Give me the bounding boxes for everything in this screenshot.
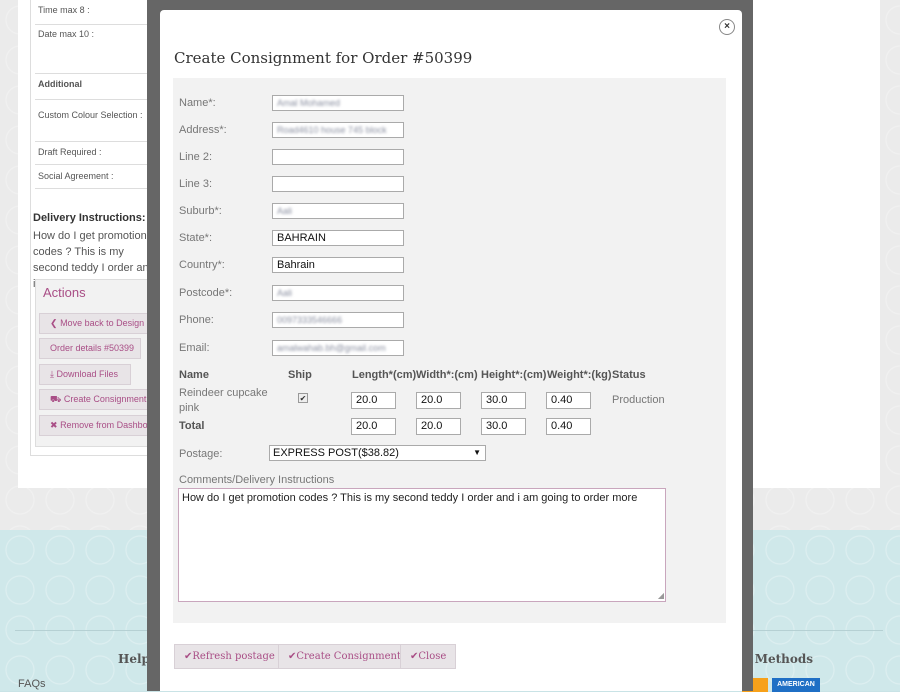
- suburb-field[interactable]: Aali: [272, 203, 404, 219]
- name-label: Name*:: [179, 97, 216, 109]
- divider: [35, 188, 160, 189]
- comments-text: How do I get promotion codes ? This is m…: [182, 492, 638, 504]
- download-files-button[interactable]: ⤓ Download Files: [39, 364, 131, 385]
- comments-label: Comments/Delivery Instructions: [179, 474, 335, 486]
- item-width-input[interactable]: 20.0: [416, 392, 461, 409]
- col-header-length: Length*(cm): [352, 369, 417, 381]
- refresh-postage-button[interactable]: ✔Refresh postage: [174, 644, 285, 669]
- phone-field[interactable]: 0097333546666: [272, 312, 404, 328]
- col-header-status: Status: [612, 369, 646, 381]
- col-header-height: Height*:(cm): [481, 369, 547, 381]
- field-value: Road4610 house 745 block: [277, 125, 387, 135]
- col-header-ship: Ship: [288, 369, 312, 381]
- x-icon: ✖: [50, 420, 58, 430]
- total-length-input[interactable]: 20.0: [351, 418, 396, 435]
- suburb-label: Suburb*:: [179, 205, 222, 217]
- total-weight-input[interactable]: 0.40: [546, 418, 591, 435]
- footer-heading-payment-methods: t Methods: [745, 652, 814, 666]
- total-width-input[interactable]: 20.0: [416, 418, 461, 435]
- move-back-to-design-button[interactable]: ❮ Move back to Design: [39, 313, 149, 334]
- item-status: Production: [612, 394, 665, 406]
- divider: [35, 99, 160, 100]
- address-field[interactable]: Road4610 house 745 block: [272, 122, 404, 138]
- actions-heading: Actions: [43, 285, 86, 300]
- ship-checkbox[interactable]: ✔: [298, 393, 308, 403]
- field-value: Amal Mohamed: [277, 98, 341, 108]
- section-heading: Additional: [38, 79, 82, 89]
- footer-link-faqs[interactable]: FAQs: [18, 678, 46, 690]
- item-name: Reindeer cupcake pink: [179, 387, 268, 414]
- action-label: Order details #50399: [50, 343, 135, 353]
- divider: [35, 164, 160, 165]
- item-weight-input[interactable]: 0.40: [546, 392, 591, 409]
- address-label: Address*:: [179, 124, 227, 136]
- download-icon: ⤓: [50, 369, 54, 379]
- amex-icon: AMERICAN: [772, 678, 820, 692]
- email-field[interactable]: amalwahab.bh@gmail.com: [272, 340, 404, 356]
- postage-select[interactable]: EXPRESS POST($38.82) ▼: [269, 445, 486, 461]
- action-label: Create Consignment: [63, 394, 147, 404]
- postcode-label: Postcode*:: [179, 287, 233, 299]
- order-field-label: Time max 8 :: [38, 5, 90, 15]
- field-value: Aali: [277, 288, 293, 298]
- line3-field[interactable]: [272, 176, 404, 192]
- action-label: Remove from Dashboard: [60, 420, 148, 430]
- order-field-label: Draft Required :: [38, 147, 102, 157]
- name-field[interactable]: Amal Mohamed: [272, 95, 404, 111]
- item-height-input[interactable]: 30.0: [481, 392, 526, 409]
- field-value: 0097333546666: [277, 315, 343, 325]
- col-header-name: Name: [179, 369, 209, 381]
- action-label: Move back to Design: [60, 318, 145, 328]
- postcode-field[interactable]: Aali: [272, 285, 404, 301]
- phone-label: Phone:: [179, 314, 214, 326]
- order-field-label: Date max 10 :: [38, 29, 95, 39]
- resize-handle-icon[interactable]: ◢: [658, 591, 664, 600]
- delivery-instructions-heading: Delivery Instructions:: [33, 212, 146, 224]
- order-field-label: Social Agreement :: [38, 171, 114, 181]
- field-value: Aali: [277, 206, 293, 216]
- action-label: Download Files: [56, 369, 119, 379]
- total-height-input[interactable]: 30.0: [481, 418, 526, 435]
- modal-title: Create Consignment for Order #50399: [174, 49, 473, 67]
- divider: [35, 73, 160, 74]
- col-header-weight: Weight*:(kg): [547, 369, 612, 381]
- comments-textarea[interactable]: How do I get promotion codes ? This is m…: [178, 488, 666, 602]
- order-field-label: Custom Colour Selection :: [38, 110, 143, 120]
- chevron-down-icon: ▼: [473, 448, 481, 457]
- state-field[interactable]: BAHRAIN: [272, 230, 404, 246]
- close-button[interactable]: ✔Close: [400, 644, 457, 669]
- line2-field[interactable]: [272, 149, 404, 165]
- divider: [35, 24, 160, 25]
- field-value: amalwahab.bh@gmail.com: [277, 343, 386, 353]
- order-details-button[interactable]: Order details #50399: [39, 338, 141, 359]
- divider: [35, 141, 160, 142]
- state-label: State*:: [179, 232, 213, 244]
- line3-label: Line 3:: [179, 178, 213, 190]
- postage-label: Postage:: [179, 448, 223, 460]
- col-header-width: Width*:(cm): [416, 369, 478, 381]
- truck-icon: ⛟: [50, 394, 62, 404]
- country-field[interactable]: Bahrain: [272, 257, 404, 273]
- email-label: Email:: [179, 342, 210, 354]
- item-length-input[interactable]: 20.0: [351, 392, 396, 409]
- remove-from-dashboard-button[interactable]: ✖ Remove from Dashboard: [39, 415, 149, 436]
- total-label: Total: [179, 420, 205, 432]
- close-icon[interactable]: ×: [719, 19, 735, 35]
- create-consignment-action-button[interactable]: ⛟ Create Consignment: [39, 389, 149, 410]
- create-consignment-button[interactable]: ✔Create Consignment: [278, 644, 411, 669]
- postage-selected-value: EXPRESS POST($38.82): [273, 447, 399, 459]
- line2-label: Line 2:: [179, 151, 213, 163]
- chevron-left-icon: ❮: [50, 318, 58, 328]
- country-label: Country*:: [179, 259, 225, 271]
